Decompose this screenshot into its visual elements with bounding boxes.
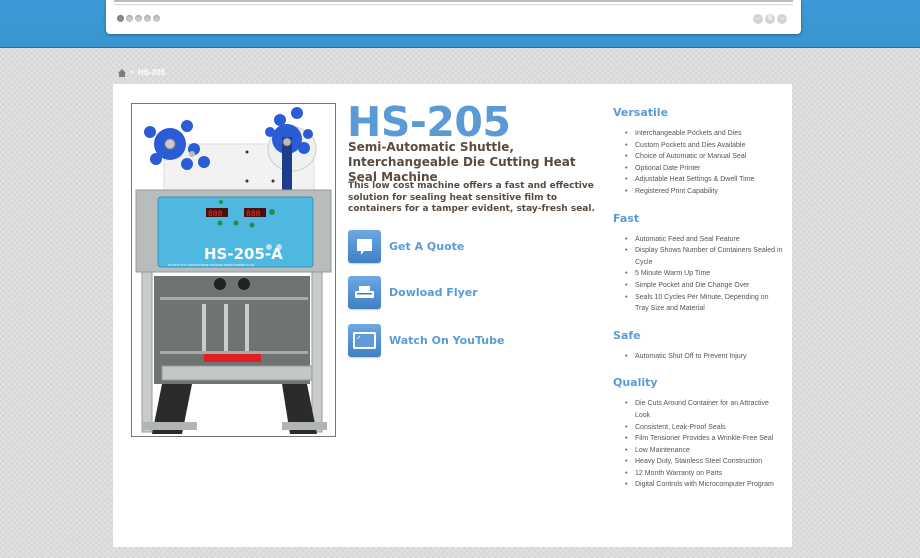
slider-prev-button[interactable]: ←: [753, 14, 763, 24]
slider-dot-5[interactable]: [153, 15, 160, 22]
list-item: Automatic Shut Off to Prevent Injury: [625, 351, 783, 363]
feature-heading-quality: Quality: [613, 376, 658, 390]
feature-heading-fast: Fast: [613, 211, 640, 225]
speech-bubble-icon: [348, 230, 381, 263]
image-slider: ← II →: [106, 0, 801, 34]
feature-items-fast: Automatic Feed and Seal Feature Display …: [625, 234, 783, 315]
list-item: Heavy Duty, Stainless Steel Construction: [625, 456, 783, 468]
warning-sticker: [204, 354, 261, 362]
product-subtitle: Semi-Automatic Shuttle, Interchangeable …: [348, 140, 576, 184]
breadcrumb-current: HS-205: [137, 68, 166, 77]
list-item: 5 Minute Warm Up Time: [625, 268, 783, 280]
list-item: Adjustable Heat Settings & Dwell Time: [625, 174, 783, 186]
get-a-quote-label[interactable]: Get A Quote: [389, 240, 464, 253]
list-item: Simple Pocket and Die Change Over: [625, 280, 783, 292]
list-item: Registered Print Capability: [625, 186, 783, 198]
list-item: 12 Month Warranty on Parts: [625, 468, 783, 480]
feature-items-safe: Automatic Shut Off to Prevent Injury: [625, 351, 783, 363]
list-item: Seals 10 Cycles Per Minute, Depending on…: [625, 292, 783, 315]
product-description: This low cost machine offers a fast and …: [348, 181, 595, 214]
list-item: Display Shows Number of Containers Seale…: [625, 245, 783, 268]
breadcrumb: » HS-205: [118, 68, 165, 77]
download-flyer-label[interactable]: Dowload Flyer: [389, 286, 478, 299]
product-title: HS-205: [347, 98, 511, 146]
download-flyer-button[interactable]: Dowload Flyer: [348, 276, 478, 309]
watch-on-youtube-button[interactable]: Watch On YouTube: [348, 324, 504, 357]
feature-list: Versatile Interchangeable Pockets and Di…: [613, 106, 783, 505]
slider-dot-3[interactable]: [135, 15, 142, 22]
slider-dot-4[interactable]: [144, 15, 151, 22]
breadcrumb-separator: »: [130, 69, 134, 76]
list-item: Digital Controls with Microcomputer Prog…: [625, 479, 783, 491]
feature-items-quality: Die Cuts Around Container for an Attract…: [625, 398, 783, 491]
list-item: Choice of Automatic or Manual Seal: [625, 151, 783, 163]
slider-dot-1[interactable]: [117, 15, 124, 22]
slider-image-edge: [114, 0, 793, 2]
display-left: 888: [208, 210, 223, 219]
slider-pagination: [117, 15, 160, 22]
display-right: 888: [246, 210, 261, 219]
list-item: Interchangeable Pockets and Dies: [625, 128, 783, 140]
machine-warning-label: DO NOT PUT HANDS INSIDE MACHINE WHEN POW…: [168, 263, 254, 267]
heat-seal-machine-illustration: 888 888 HS-205-A DO NOT PUT HANDS INSIDE…: [135, 107, 332, 434]
list-item: Consistent, Leak-Proof Seals: [625, 422, 783, 434]
feature-items-versatile: Interchangeable Pockets and Dies Custom …: [625, 128, 783, 198]
feature-heading-safe: Safe: [613, 328, 641, 342]
feature-heading-versatile: Versatile: [613, 106, 669, 119]
printer-icon: [348, 276, 381, 309]
tablet-icon: [348, 324, 381, 357]
slider-dot-2[interactable]: [126, 15, 133, 22]
slider-pause-button[interactable]: II: [765, 14, 775, 24]
slider-divider: [114, 4, 793, 5]
product-photo: 888 888 HS-205-A DO NOT PUT HANDS INSIDE…: [131, 103, 336, 437]
list-item: Film Tensioner Provides a Wrinkle-Free S…: [625, 433, 783, 445]
list-item: Low Maintenance: [625, 445, 783, 457]
product-card: 888 888 HS-205-A DO NOT PUT HANDS INSIDE…: [113, 84, 792, 547]
watch-on-youtube-label[interactable]: Watch On YouTube: [389, 334, 504, 347]
home-icon[interactable]: [118, 68, 126, 77]
list-item: Optional Date Printer: [625, 163, 783, 175]
list-item: Automatic Feed and Seal Feature: [625, 234, 783, 246]
slider-controls: ← II →: [753, 14, 787, 24]
get-a-quote-button[interactable]: Get A Quote: [348, 230, 464, 263]
slider-next-button[interactable]: →: [777, 14, 787, 24]
list-item: Custom Pockets and Dies Available: [625, 140, 783, 152]
list-item: Die Cuts Around Container for an Attract…: [625, 398, 783, 421]
